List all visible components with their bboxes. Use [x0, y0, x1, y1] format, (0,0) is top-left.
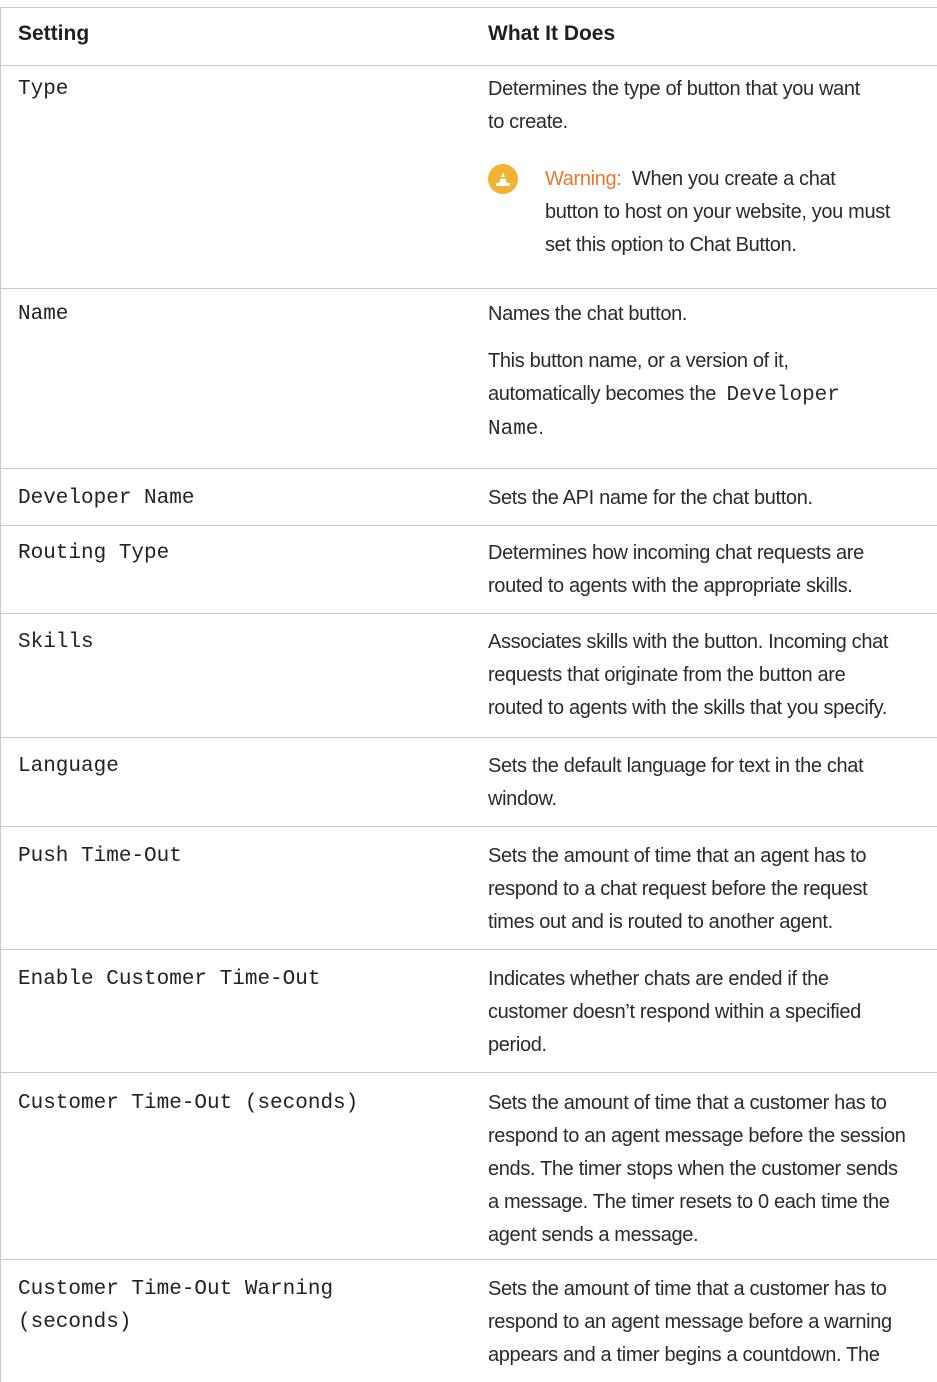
setting-description: Sets the amount of time that an agent ha…: [488, 840, 868, 939]
header-setting: Setting: [18, 22, 90, 45]
row-divider: [0, 949, 937, 950]
description-line: Associates skills with the button. Incom…: [488, 631, 889, 653]
description-line: respond to a chat request before the req…: [488, 878, 868, 900]
description-line: Sets the amount of time that a customer …: [488, 1278, 887, 1300]
description-line: customer doesn’t respond within a specif…: [488, 1001, 861, 1023]
description-line: Names the chat button.: [488, 303, 688, 325]
setting-name: Name: [18, 303, 69, 326]
row-divider: [0, 737, 937, 738]
setting-name-line: Customer Time-Out Warning: [18, 1278, 334, 1301]
warning-line: Warning: When you create a chat: [545, 163, 890, 196]
description-line: window.: [488, 788, 557, 810]
description-line: requests that originate from the button …: [488, 664, 846, 686]
code-developer: Developer: [726, 384, 840, 407]
description-line: appears and a timer begins a countdown. …: [488, 1344, 880, 1366]
description-line: Determines how incoming chat requests ar…: [488, 542, 864, 564]
warning-note: Warning: When you create a chat button t…: [545, 163, 890, 262]
description-line: Name.: [488, 412, 840, 446]
description-line: ends. The timer stops when the customer …: [488, 1158, 898, 1180]
setting-name: Enable Customer Time-Out: [18, 968, 321, 991]
description-line: Sets the amount of time that an agent ha…: [488, 845, 867, 867]
description-line: period.: [488, 1034, 547, 1056]
row-divider: [0, 468, 937, 469]
setting-name: Language: [18, 755, 119, 778]
header-divider: [0, 65, 937, 66]
setting-description: Sets the amount of time that a customer …: [488, 1273, 892, 1372]
warning-text: When you create a chat: [631, 168, 836, 190]
row-divider: [0, 826, 937, 827]
code-name: Name: [488, 418, 539, 441]
table-top-border: [0, 7, 937, 8]
row-divider: [0, 288, 937, 289]
description-line: Determines the type of button that you w…: [488, 78, 860, 100]
row-divider: [0, 613, 937, 614]
warning-cone-icon: [488, 164, 518, 194]
setting-name: Type: [18, 78, 69, 101]
setting-name: Routing Type: [18, 542, 170, 565]
setting-description: Names the chat button.: [488, 298, 687, 331]
setting-description: Determines how incoming chat requests ar…: [488, 537, 864, 603]
description-line: routed to agents with the skills that yo…: [488, 697, 888, 719]
setting-description-extra: This button name, or a version of it, au…: [488, 345, 840, 446]
setting-description: Determines the type of button that you w…: [488, 73, 860, 139]
description-line: respond to an agent message before a war…: [488, 1311, 892, 1333]
setting-name: Customer Time-Out Warning (seconds): [18, 1273, 333, 1339]
description-line: to create.: [488, 111, 568, 133]
description-text: automatically becomes the: [488, 383, 717, 405]
description-line: Sets the default language for text in th…: [488, 755, 864, 777]
setting-name: Push Time-Out: [18, 845, 182, 868]
description-line: Indicates whether chats are ended if the: [488, 968, 829, 990]
setting-name: Customer Time-Out (seconds): [18, 1092, 359, 1115]
setting-description: Sets the API name for the chat button.: [488, 482, 813, 515]
setting-name: Developer Name: [18, 487, 195, 510]
header-what-it-does: What It Does: [488, 22, 616, 45]
warning-cone-glyph: [496, 172, 510, 186]
warning-line: set this option to Chat Button.: [545, 234, 797, 256]
description-text: .: [538, 417, 544, 439]
description-line: automatically becomes the Developer: [488, 378, 840, 412]
row-divider: [0, 1259, 937, 1260]
setting-description: Indicates whether chats are ended if the…: [488, 963, 861, 1062]
description-line: a message. The timer resets to 0 each ti…: [488, 1191, 890, 1213]
description-line: Sets the API name for the chat button.: [488, 487, 813, 509]
setting-description: Associates skills with the button. Incom…: [488, 626, 888, 725]
description-line: times out and is routed to another agent…: [488, 911, 833, 933]
setting-description: Sets the amount of time that a customer …: [488, 1087, 906, 1252]
description-line: This button name, or a version of it,: [488, 350, 789, 372]
description-line: respond to an agent message before the s…: [488, 1125, 906, 1147]
setting-description: Sets the default language for text in th…: [488, 750, 864, 816]
setting-name: Skills: [18, 631, 94, 654]
description-line: agent sends a message.: [488, 1224, 699, 1246]
row-divider: [0, 525, 937, 526]
table-left-border: [0, 7, 1, 1382]
warning-line: button to host on your website, you must: [545, 201, 891, 223]
row-divider: [0, 1072, 937, 1073]
warning-label: Warning:: [545, 168, 622, 190]
description-line: routed to agents with the appropriate sk…: [488, 575, 853, 597]
setting-name-line: (seconds): [18, 1311, 132, 1334]
description-line: Sets the amount of time that a customer …: [488, 1092, 887, 1114]
